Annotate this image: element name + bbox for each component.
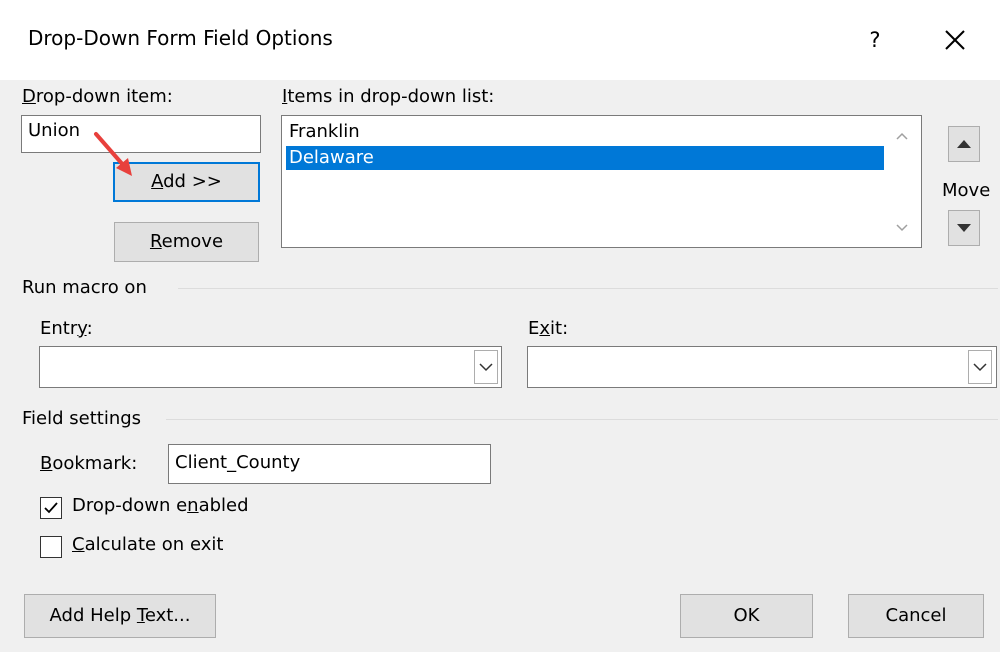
entry-macro-combo[interactable] [39, 346, 502, 388]
calculate-on-exit-label: Calculate on exit [72, 534, 224, 555]
items-list-label: Items in drop-down list: [282, 86, 495, 107]
checkmark-icon [44, 502, 58, 514]
exit-dropdown-button[interactable] [968, 350, 992, 384]
entry-dropdown-button[interactable] [474, 350, 498, 384]
chevron-down-icon [973, 363, 987, 372]
close-icon [945, 30, 965, 50]
exit-label: Exit: [528, 318, 569, 339]
close-button[interactable] [930, 20, 980, 60]
scroll-down-icon[interactable] [892, 218, 912, 238]
dropdown-item-value: Union [28, 120, 81, 141]
move-up-button[interactable] [948, 126, 980, 162]
run-macro-separator [178, 288, 998, 289]
entry-label: Entry: [40, 318, 93, 339]
scroll-up-icon[interactable] [892, 126, 912, 146]
bookmark-value: Client_County [175, 452, 301, 473]
chevron-down-icon [479, 363, 493, 372]
move-down-button[interactable] [948, 210, 980, 246]
move-label: Move [942, 180, 991, 201]
triangle-up-icon [957, 140, 971, 148]
dropdown-item-input[interactable]: Union [21, 115, 261, 153]
list-item[interactable]: Franklin [286, 120, 884, 144]
ok-button[interactable]: OK [680, 594, 813, 638]
list-item-selected[interactable]: Delaware [286, 146, 884, 170]
cancel-button[interactable]: Cancel [848, 594, 984, 638]
calculate-on-exit-checkbox[interactable] [40, 536, 62, 558]
remove-button[interactable]: Remove [114, 222, 259, 262]
help-button[interactable]: ? [855, 22, 895, 58]
exit-macro-combo[interactable] [527, 346, 997, 388]
add-help-text-button[interactable]: Add Help Text... [24, 594, 216, 638]
run-macro-heading: Run macro on [22, 277, 147, 298]
dropdown-enabled-label: Drop-down enabled [72, 495, 249, 516]
field-settings-separator [166, 419, 998, 420]
dropdown-enabled-checkbox[interactable] [40, 497, 62, 519]
items-listbox[interactable]: Franklin Delaware [281, 115, 922, 248]
field-settings-heading: Field settings [22, 408, 142, 429]
dialog-title: Drop-Down Form Field Options [28, 26, 333, 50]
triangle-down-icon [957, 224, 971, 232]
dropdown-item-label: Drop-down item: [22, 86, 173, 107]
bookmark-label: Bookmark: [40, 453, 138, 474]
bookmark-input[interactable]: Client_County [168, 444, 491, 484]
annotation-arrow-icon [94, 132, 132, 176]
